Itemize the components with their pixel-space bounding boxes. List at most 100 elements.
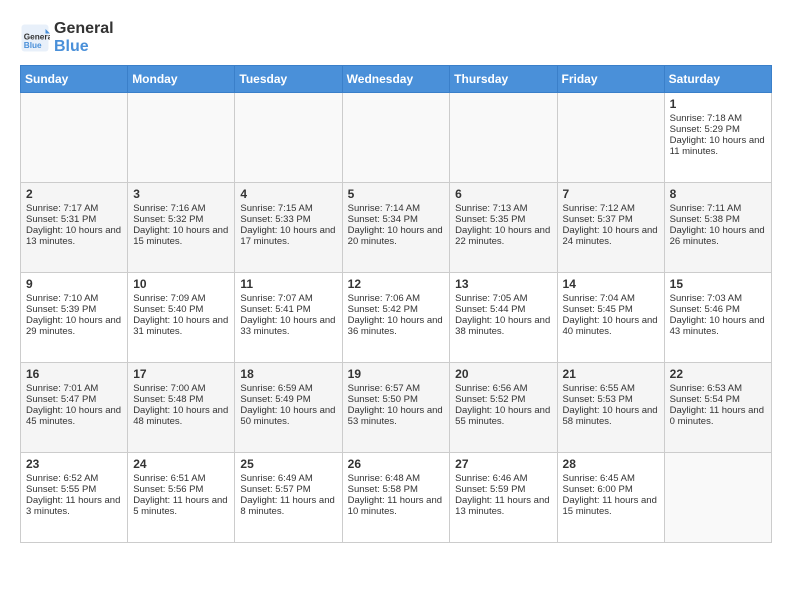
day-number: 8 — [670, 187, 766, 201]
calendar-cell: 16Sunrise: 7:01 AMSunset: 5:47 PMDayligh… — [21, 363, 128, 453]
day-info: Sunset: 5:44 PM — [455, 304, 551, 315]
day-info: Sunset: 5:31 PM — [26, 214, 122, 225]
day-info: Sunset: 5:59 PM — [455, 484, 551, 495]
day-info: Sunrise: 7:06 AM — [348, 293, 445, 304]
day-number: 15 — [670, 277, 766, 291]
day-info: Daylight: 10 hours and 31 minutes. — [133, 315, 229, 337]
day-number: 10 — [133, 277, 229, 291]
calendar-cell: 9Sunrise: 7:10 AMSunset: 5:39 PMDaylight… — [21, 273, 128, 363]
day-info: Sunset: 5:34 PM — [348, 214, 445, 225]
calendar-cell: 14Sunrise: 7:04 AMSunset: 5:45 PMDayligh… — [557, 273, 664, 363]
day-info: Sunrise: 7:00 AM — [133, 383, 229, 394]
col-header-tuesday: Tuesday — [235, 66, 342, 93]
calendar-cell: 10Sunrise: 7:09 AMSunset: 5:40 PMDayligh… — [128, 273, 235, 363]
day-number: 27 — [455, 457, 551, 471]
calendar-cell: 13Sunrise: 7:05 AMSunset: 5:44 PMDayligh… — [450, 273, 557, 363]
day-number: 22 — [670, 367, 766, 381]
day-info: Sunrise: 7:18 AM — [670, 113, 766, 124]
col-header-monday: Monday — [128, 66, 235, 93]
day-info: Sunset: 5:52 PM — [455, 394, 551, 405]
day-info: Sunrise: 6:49 AM — [240, 473, 336, 484]
day-info: Daylight: 10 hours and 26 minutes. — [670, 225, 766, 247]
day-info: Sunset: 5:46 PM — [670, 304, 766, 315]
calendar-cell — [21, 93, 128, 183]
day-info: Sunset: 5:39 PM — [26, 304, 122, 315]
calendar-cell — [342, 93, 450, 183]
day-number: 26 — [348, 457, 445, 471]
day-info: Sunrise: 6:51 AM — [133, 473, 229, 484]
day-info: Daylight: 11 hours and 3 minutes. — [26, 495, 122, 517]
calendar-cell: 23Sunrise: 6:52 AMSunset: 5:55 PMDayligh… — [21, 453, 128, 543]
day-info: Sunrise: 6:46 AM — [455, 473, 551, 484]
day-info: Daylight: 10 hours and 22 minutes. — [455, 225, 551, 247]
calendar-cell: 24Sunrise: 6:51 AMSunset: 5:56 PMDayligh… — [128, 453, 235, 543]
calendar-cell: 8 Sunrise: 7:11 AMSunset: 5:38 PMDaylight… — [664, 183, 771, 273]
day-info: Daylight: 10 hours and 15 minutes. — [133, 225, 229, 247]
calendar-cell: 7Sunrise: 7:12 AMSunset: 5:37 PMDaylight… — [557, 183, 664, 273]
day-info: Sunset: 5:48 PM — [133, 394, 229, 405]
day-info: Sunrise: 6:57 AM — [348, 383, 445, 394]
day-info: Sunrise: 7:01 AM — [26, 383, 122, 394]
day-info: Sunrise: 7:04 AM — [563, 293, 659, 304]
svg-text:Blue: Blue — [24, 40, 42, 49]
day-info: Sunrise: 6:45 AM — [563, 473, 659, 484]
day-number: 18 — [240, 367, 336, 381]
day-info: Sunrise: 6:48 AM — [348, 473, 445, 484]
day-number: 21 — [563, 367, 659, 381]
day-info: Sunrise: 7:17 AM — [26, 203, 122, 214]
day-number: 6 — [455, 187, 551, 201]
day-info: Sunset: 5:54 PM — [670, 394, 766, 405]
day-number: 16 — [26, 367, 122, 381]
day-info: Daylight: 10 hours and 43 minutes. — [670, 315, 766, 337]
calendar-cell: 20Sunrise: 6:56 AMSunset: 5:52 PMDayligh… — [450, 363, 557, 453]
day-info: Daylight: 11 hours and 13 minutes. — [455, 495, 551, 517]
day-info: Daylight: 11 hours and 15 minutes. — [563, 495, 659, 517]
calendar-cell: 18Sunrise: 6:59 AMSunset: 5:49 PMDayligh… — [235, 363, 342, 453]
day-info: Daylight: 10 hours and 29 minutes. — [26, 315, 122, 337]
day-info: Daylight: 11 hours and 8 minutes. — [240, 495, 336, 517]
calendar-cell: 17Sunrise: 7:00 AMSunset: 5:48 PMDayligh… — [128, 363, 235, 453]
day-info: Sunrise: 7:11 AM — [670, 203, 766, 214]
calendar-table: SundayMondayTuesdayWednesdayThursdayFrid… — [20, 65, 772, 543]
day-info: Sunrise: 7:12 AM — [563, 203, 659, 214]
day-info: Daylight: 10 hours and 55 minutes. — [455, 405, 551, 427]
day-info: Sunset: 5:32 PM — [133, 214, 229, 225]
day-info: Sunset: 5:37 PM — [563, 214, 659, 225]
day-info: Sunrise: 7:03 AM — [670, 293, 766, 304]
day-info: Sunrise: 7:13 AM — [455, 203, 551, 214]
calendar-cell: 27 Sunrise: 6:46 AMSunset: 5:59 PMDayligh… — [450, 453, 557, 543]
day-info: Sunrise: 7:16 AM — [133, 203, 229, 214]
calendar-cell: 2Sunrise: 7:17 AMSunset: 5:31 PMDaylight… — [21, 183, 128, 273]
calendar-cell: 1Sunrise: 7:18 AMSunset: 5:29 PMDaylight… — [664, 93, 771, 183]
calendar-cell — [128, 93, 235, 183]
day-info: Daylight: 11 hours and 5 minutes. — [133, 495, 229, 517]
calendar-cell: 21Sunrise: 6:55 AMSunset: 5:53 PMDayligh… — [557, 363, 664, 453]
day-info: Sunset: 5:49 PM — [240, 394, 336, 405]
day-number: 7 — [563, 187, 659, 201]
day-info: Daylight: 10 hours and 17 minutes. — [240, 225, 336, 247]
day-info: Sunrise: 6:53 AM — [670, 383, 766, 394]
calendar-cell: 6Sunrise: 7:13 AMSunset: 5:35 PMDaylight… — [450, 183, 557, 273]
day-info: Daylight: 10 hours and 48 minutes. — [133, 405, 229, 427]
day-number: 25 — [240, 457, 336, 471]
day-info: Sunrise: 6:52 AM — [26, 473, 122, 484]
day-number: 28 — [563, 457, 659, 471]
page-header: General Blue General Blue — [20, 20, 772, 55]
day-info: Sunset: 5:38 PM — [670, 214, 766, 225]
day-info: Daylight: 10 hours and 38 minutes. — [455, 315, 551, 337]
col-header-friday: Friday — [557, 66, 664, 93]
day-info: Sunset: 5:50 PM — [348, 394, 445, 405]
day-info: Daylight: 10 hours and 50 minutes. — [240, 405, 336, 427]
calendar-cell: 11Sunrise: 7:07 AMSunset: 5:41 PMDayligh… — [235, 273, 342, 363]
calendar-cell: 19Sunrise: 6:57 AMSunset: 5:50 PMDayligh… — [342, 363, 450, 453]
logo-icon: General Blue — [20, 23, 50, 53]
calendar-cell: 28Sunrise: 6:45 AMSunset: 6:00 PMDayligh… — [557, 453, 664, 543]
day-info: Sunset: 5:58 PM — [348, 484, 445, 495]
day-number: 2 — [26, 187, 122, 201]
day-info: Daylight: 11 hours and 0 minutes. — [670, 405, 766, 427]
day-info: Sunset: 5:57 PM — [240, 484, 336, 495]
day-number: 12 — [348, 277, 445, 291]
calendar-cell: 15 Sunrise: 7:03 AMSunset: 5:46 PMDayligh… — [664, 273, 771, 363]
logo: General Blue General Blue — [20, 20, 114, 55]
day-info: Sunset: 5:56 PM — [133, 484, 229, 495]
